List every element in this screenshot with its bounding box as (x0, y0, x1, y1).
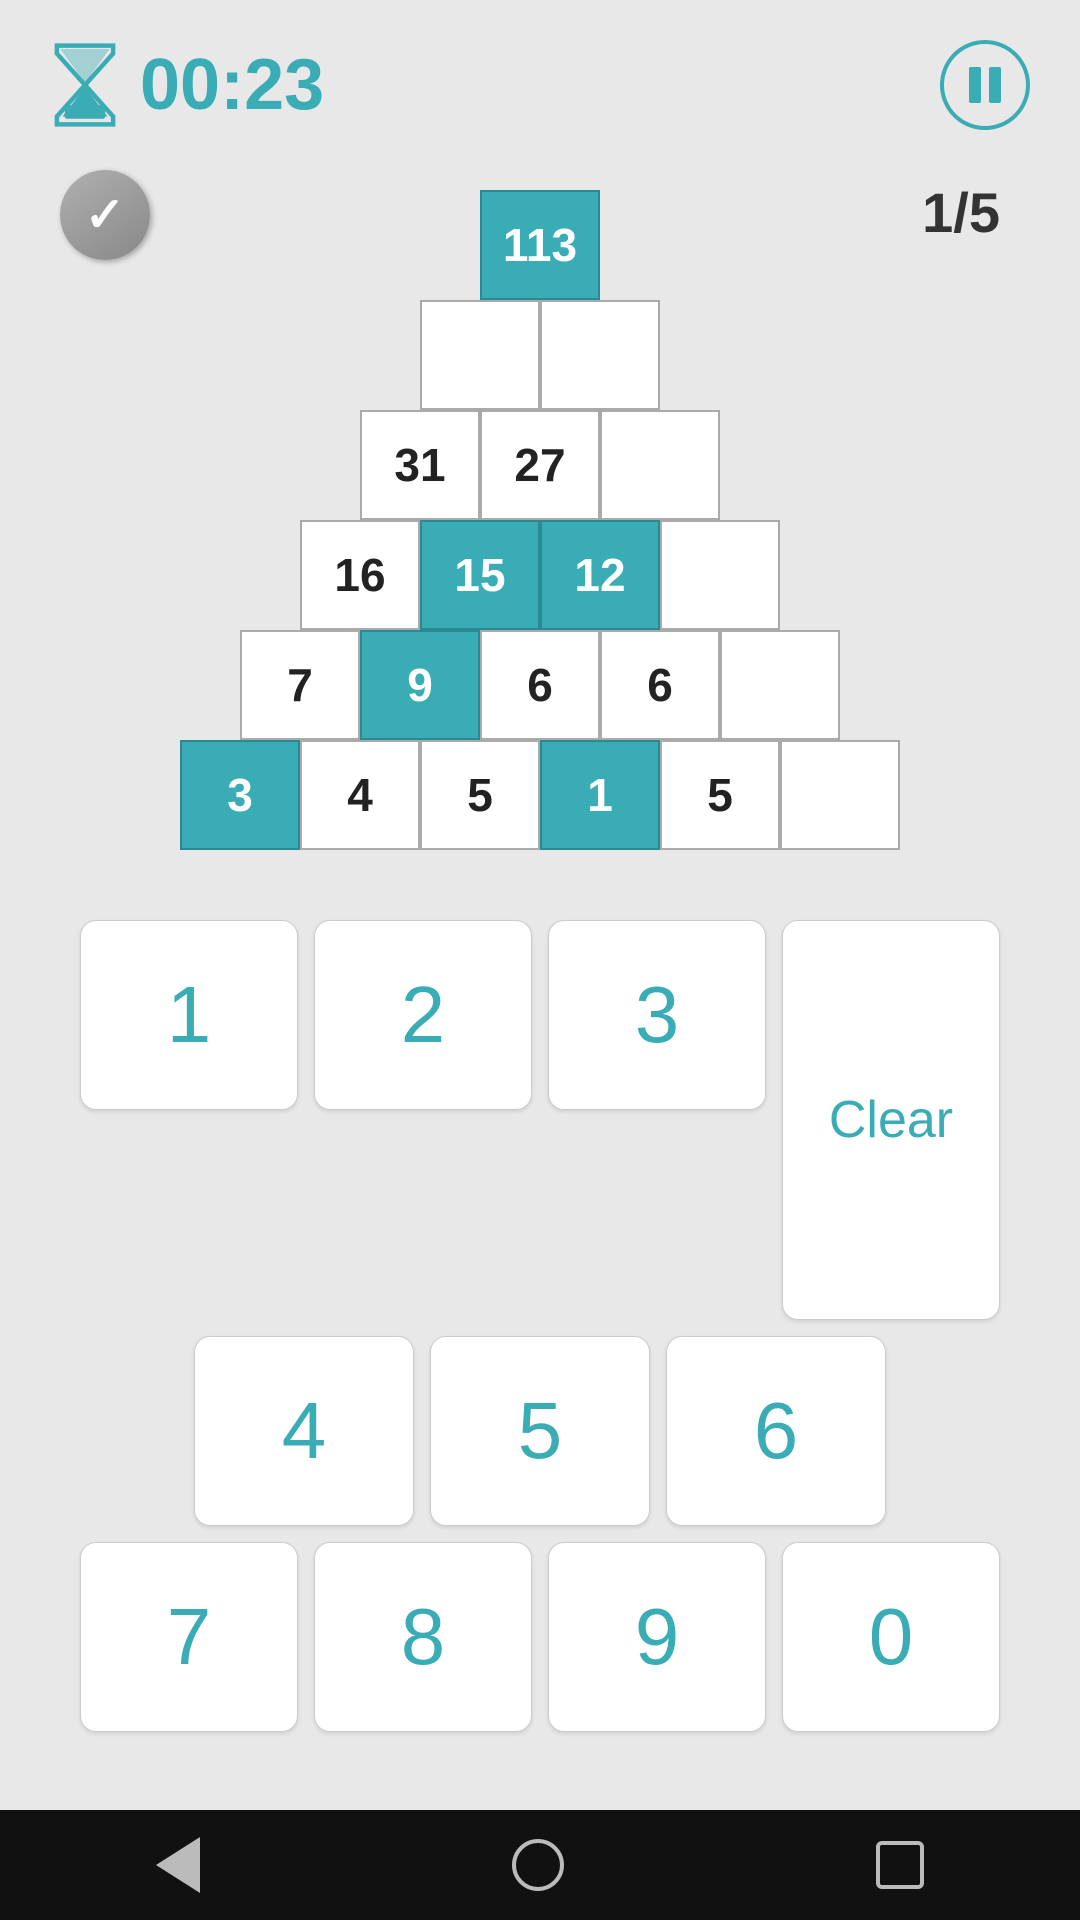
pyramid-cell-4-3[interactable]: 6 (600, 630, 720, 740)
key-5-button[interactable]: 5 (430, 1336, 650, 1526)
recent-button[interactable] (876, 1841, 924, 1889)
pyramid-cell-4-1[interactable]: 9 (360, 630, 480, 740)
timer-section: 00:23 (50, 40, 324, 130)
back-icon (156, 1837, 200, 1893)
keypad-row-2: 4 5 6 (80, 1336, 1000, 1526)
key-6-button[interactable]: 6 (666, 1336, 886, 1526)
check-button[interactable]: ✓ (60, 170, 150, 260)
pyramid-cell-3-3[interactable] (660, 520, 780, 630)
keypad-row-3: 7 8 9 0 (80, 1542, 1000, 1732)
pause-icon (969, 67, 1001, 103)
pyramid-cell-2-2[interactable] (600, 410, 720, 520)
keypad-row-1: 1 2 3 Clear (80, 920, 1000, 1320)
pyramid-cell-2-0[interactable]: 31 (360, 410, 480, 520)
pyramid-cell-5-3[interactable]: 1 (540, 740, 660, 850)
timer-display: 00:23 (140, 44, 324, 126)
pyramid-cell-3-1[interactable]: 15 (420, 520, 540, 630)
clear-button[interactable]: Clear (782, 920, 1000, 1320)
pyramid-cell-5-0[interactable]: 3 (180, 740, 300, 850)
pyramid-cell-1-1[interactable] (540, 300, 660, 410)
key-7-button[interactable]: 7 (80, 1542, 298, 1732)
pyramid-row-1 (420, 300, 660, 410)
level-indicator: 1/5 (922, 180, 1000, 245)
pyramid-row-3: 161512 (300, 520, 780, 630)
key-1-button[interactable]: 1 (80, 920, 298, 1110)
back-button[interactable] (156, 1837, 200, 1893)
pyramid-cell-5-5[interactable] (780, 740, 900, 850)
key-0-button[interactable]: 0 (782, 1542, 1000, 1732)
hourglass-icon (50, 40, 120, 130)
recent-icon (876, 1841, 924, 1889)
pyramid-row-0: 113 (480, 190, 600, 300)
pyramid-cell-4-4[interactable] (720, 630, 840, 740)
key-2-button[interactable]: 2 (314, 920, 532, 1110)
pyramid-cell-5-1[interactable]: 4 (300, 740, 420, 850)
pyramid-cell-5-4[interactable]: 5 (660, 740, 780, 850)
pyramid-cell-2-1[interactable]: 27 (480, 410, 600, 520)
key-4-button[interactable]: 4 (194, 1336, 414, 1526)
pyramid-cell-4-0[interactable]: 7 (240, 630, 360, 740)
checkmark-icon: ✓ (85, 187, 125, 243)
pause-button[interactable] (940, 40, 1030, 130)
pyramid-row-4: 7966 (240, 630, 840, 740)
header: 00:23 (0, 0, 1080, 150)
game-area: ✓ 1/5 1133127161512796634515 (0, 150, 1080, 870)
pyramid-cell-1-0[interactable] (420, 300, 540, 410)
key-9-button[interactable]: 9 (548, 1542, 766, 1732)
key-3-button[interactable]: 3 (548, 920, 766, 1110)
home-icon (512, 1839, 564, 1891)
key-8-button[interactable]: 8 (314, 1542, 532, 1732)
pyramid-cell-3-0[interactable]: 16 (300, 520, 420, 630)
pyramid-cell-3-2[interactable]: 12 (540, 520, 660, 630)
pyramid-cell-5-2[interactable]: 5 (420, 740, 540, 850)
pyramid-row-5: 34515 (180, 740, 900, 850)
nav-bar (0, 1810, 1080, 1920)
pyramid: 1133127161512796634515 (180, 190, 900, 850)
pyramid-cell-0-0[interactable]: 113 (480, 190, 600, 300)
keypad: 1 2 3 Clear 4 5 6 7 8 9 0 (0, 920, 1080, 1732)
home-button[interactable] (512, 1839, 564, 1891)
pyramid-row-2: 3127 (360, 410, 720, 520)
pyramid-cell-4-2[interactable]: 6 (480, 630, 600, 740)
